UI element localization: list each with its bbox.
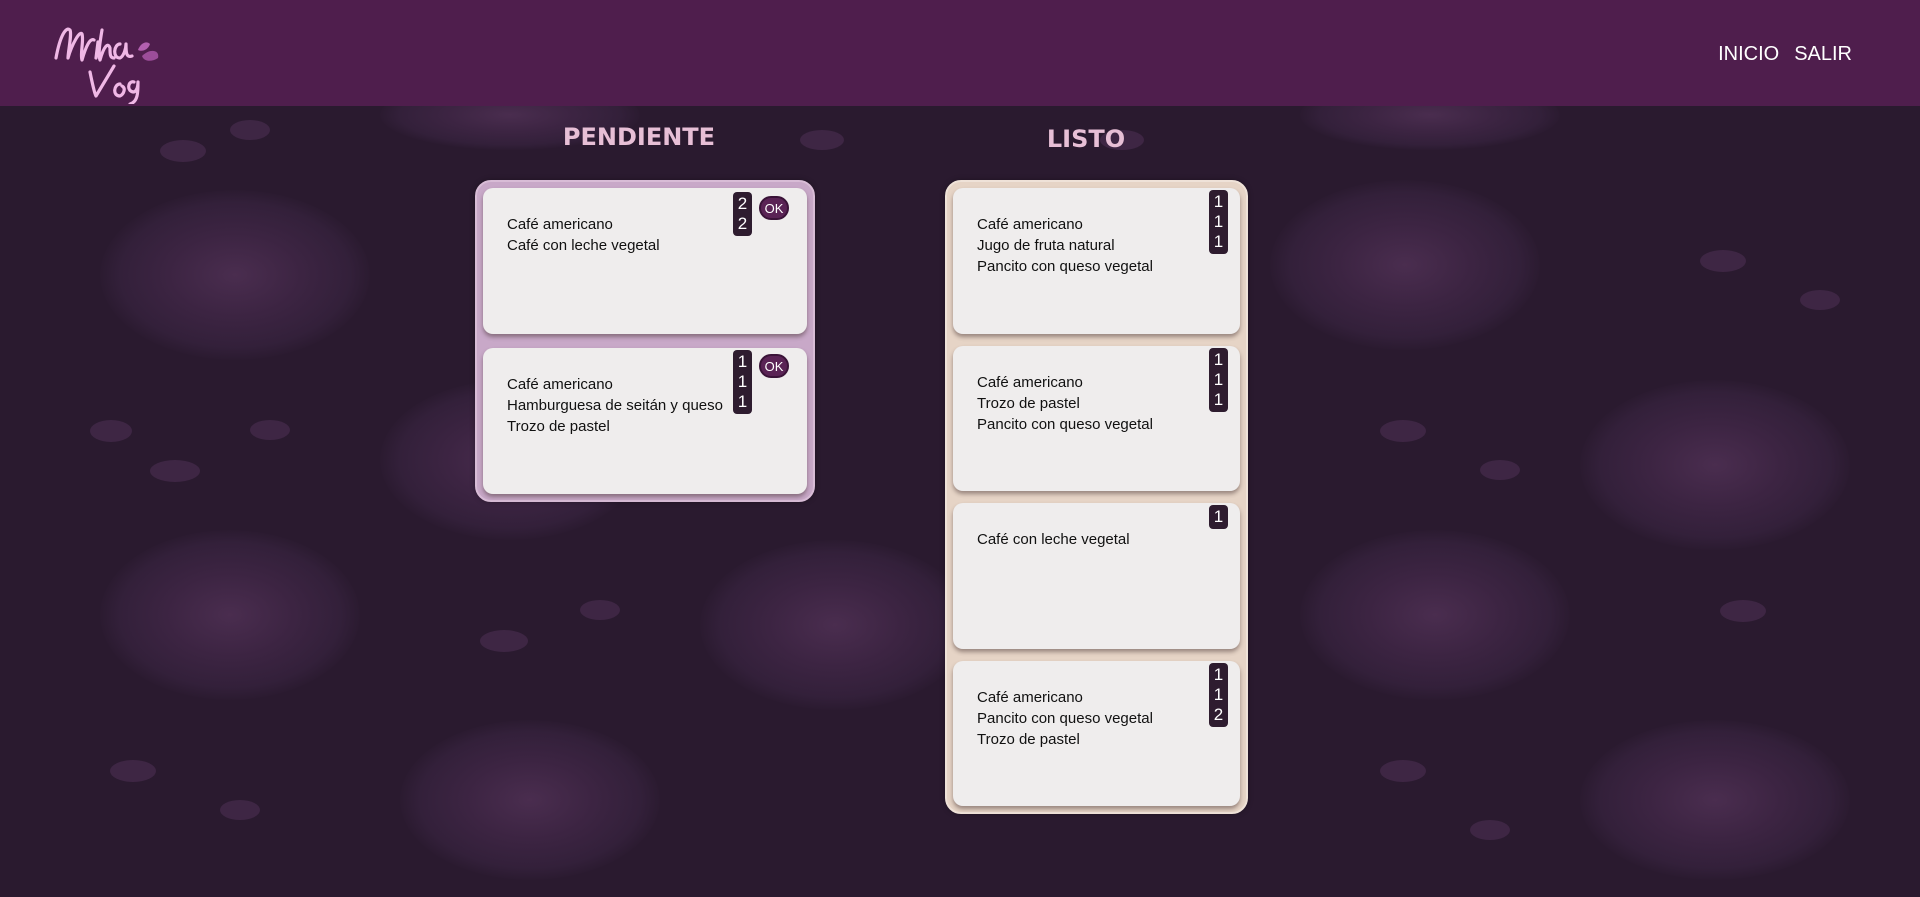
item-quantity: 1 bbox=[1213, 349, 1224, 369]
order-item: Pancito con queso vegetal bbox=[977, 709, 1153, 727]
done-order-card: Café con leche vegetal 1 bbox=[953, 503, 1240, 649]
order-item: Hamburguesa de seitán y queso bbox=[507, 397, 723, 414]
item-quantity: 1 bbox=[737, 372, 748, 391]
order-items-list: Café americano Jugo de fruta natural Pan… bbox=[977, 214, 1153, 277]
item-quantity: 2 bbox=[737, 194, 748, 213]
pending-orders-board: Café americano Café con leche vegetal 2 … bbox=[475, 180, 815, 502]
top-header: INICIO SALIR bbox=[0, 0, 1920, 106]
item-quantity: 1 bbox=[737, 392, 748, 411]
logo-wordmark-icon bbox=[54, 27, 159, 106]
milha-veg-logo[interactable] bbox=[50, 16, 162, 106]
order-item: Jugo de fruta natural bbox=[977, 237, 1115, 254]
pending-order-card: Café americano Café con leche vegetal 2 … bbox=[483, 188, 807, 334]
order-item: Café con leche vegetal bbox=[507, 237, 660, 254]
order-items-list: Café americano Trozo de pastel Pancito c… bbox=[977, 372, 1153, 435]
nav-salir-link[interactable]: SALIR bbox=[1794, 43, 1852, 66]
order-item: Pancito con queso vegetal bbox=[977, 415, 1153, 433]
done-orders-board: Café americano Jugo de fruta natural Pan… bbox=[945, 180, 1248, 814]
order-item: Pancito con queso vegetal bbox=[977, 258, 1153, 275]
nav-inicio-link[interactable]: INICIO bbox=[1718, 43, 1779, 66]
quantity-badge: 1 1 1 bbox=[1209, 347, 1228, 412]
quantity-badge: 1 1 1 bbox=[733, 350, 752, 414]
done-column-title: LISTO bbox=[1046, 125, 1126, 153]
order-items-list: Café con leche vegetal bbox=[977, 529, 1130, 550]
item-quantity: 1 bbox=[1213, 232, 1224, 251]
item-quantity: 1 bbox=[1213, 192, 1224, 211]
pending-column-title: PENDIENTE bbox=[562, 123, 716, 151]
order-item: Café americano bbox=[977, 373, 1083, 391]
order-items-list: Café americano Hamburguesa de seitán y q… bbox=[507, 374, 723, 437]
item-quantity: 2 bbox=[1213, 704, 1224, 724]
order-items-list: Café americano Café con leche vegetal bbox=[507, 214, 660, 256]
order-item: Café americano bbox=[977, 688, 1083, 706]
main-nav: INICIO SALIR bbox=[1718, 43, 1852, 66]
item-quantity: 1 bbox=[1213, 389, 1224, 409]
done-order-card: Café americano Jugo de fruta natural Pan… bbox=[953, 188, 1240, 334]
item-quantity: 1 bbox=[1213, 684, 1224, 704]
order-items-list: Café americano Pancito con queso vegetal… bbox=[977, 687, 1153, 750]
order-item: Trozo de pastel bbox=[977, 394, 1080, 412]
item-quantity: 1 bbox=[1213, 212, 1224, 231]
quantity-badge: 1 1 1 bbox=[1209, 190, 1228, 254]
quantity-badge: 2 2 bbox=[733, 192, 752, 236]
order-item: Café americano bbox=[977, 216, 1083, 233]
order-item: Café americano bbox=[507, 376, 613, 393]
item-quantity: 1 bbox=[737, 352, 748, 371]
done-order-card: Café americano Trozo de pastel Pancito c… bbox=[953, 345, 1240, 491]
order-item: Trozo de pastel bbox=[977, 730, 1080, 748]
quantity-badge: 1 bbox=[1209, 505, 1228, 529]
quantity-badge: 1 1 2 bbox=[1209, 662, 1228, 727]
order-item: Café con leche vegetal bbox=[977, 531, 1130, 548]
item-quantity: 1 bbox=[1213, 507, 1224, 526]
item-quantity: 1 bbox=[1213, 664, 1224, 684]
item-quantity: 1 bbox=[1213, 369, 1224, 389]
pending-order-card: Café americano Hamburguesa de seitán y q… bbox=[483, 348, 807, 494]
order-item: Trozo de pastel bbox=[507, 418, 610, 435]
ok-button[interactable]: OK bbox=[759, 354, 789, 378]
done-order-card: Café americano Pancito con queso vegetal… bbox=[953, 660, 1240, 806]
ok-button[interactable]: OK bbox=[759, 196, 789, 220]
order-item: Café americano bbox=[507, 216, 613, 233]
item-quantity: 2 bbox=[737, 214, 748, 233]
